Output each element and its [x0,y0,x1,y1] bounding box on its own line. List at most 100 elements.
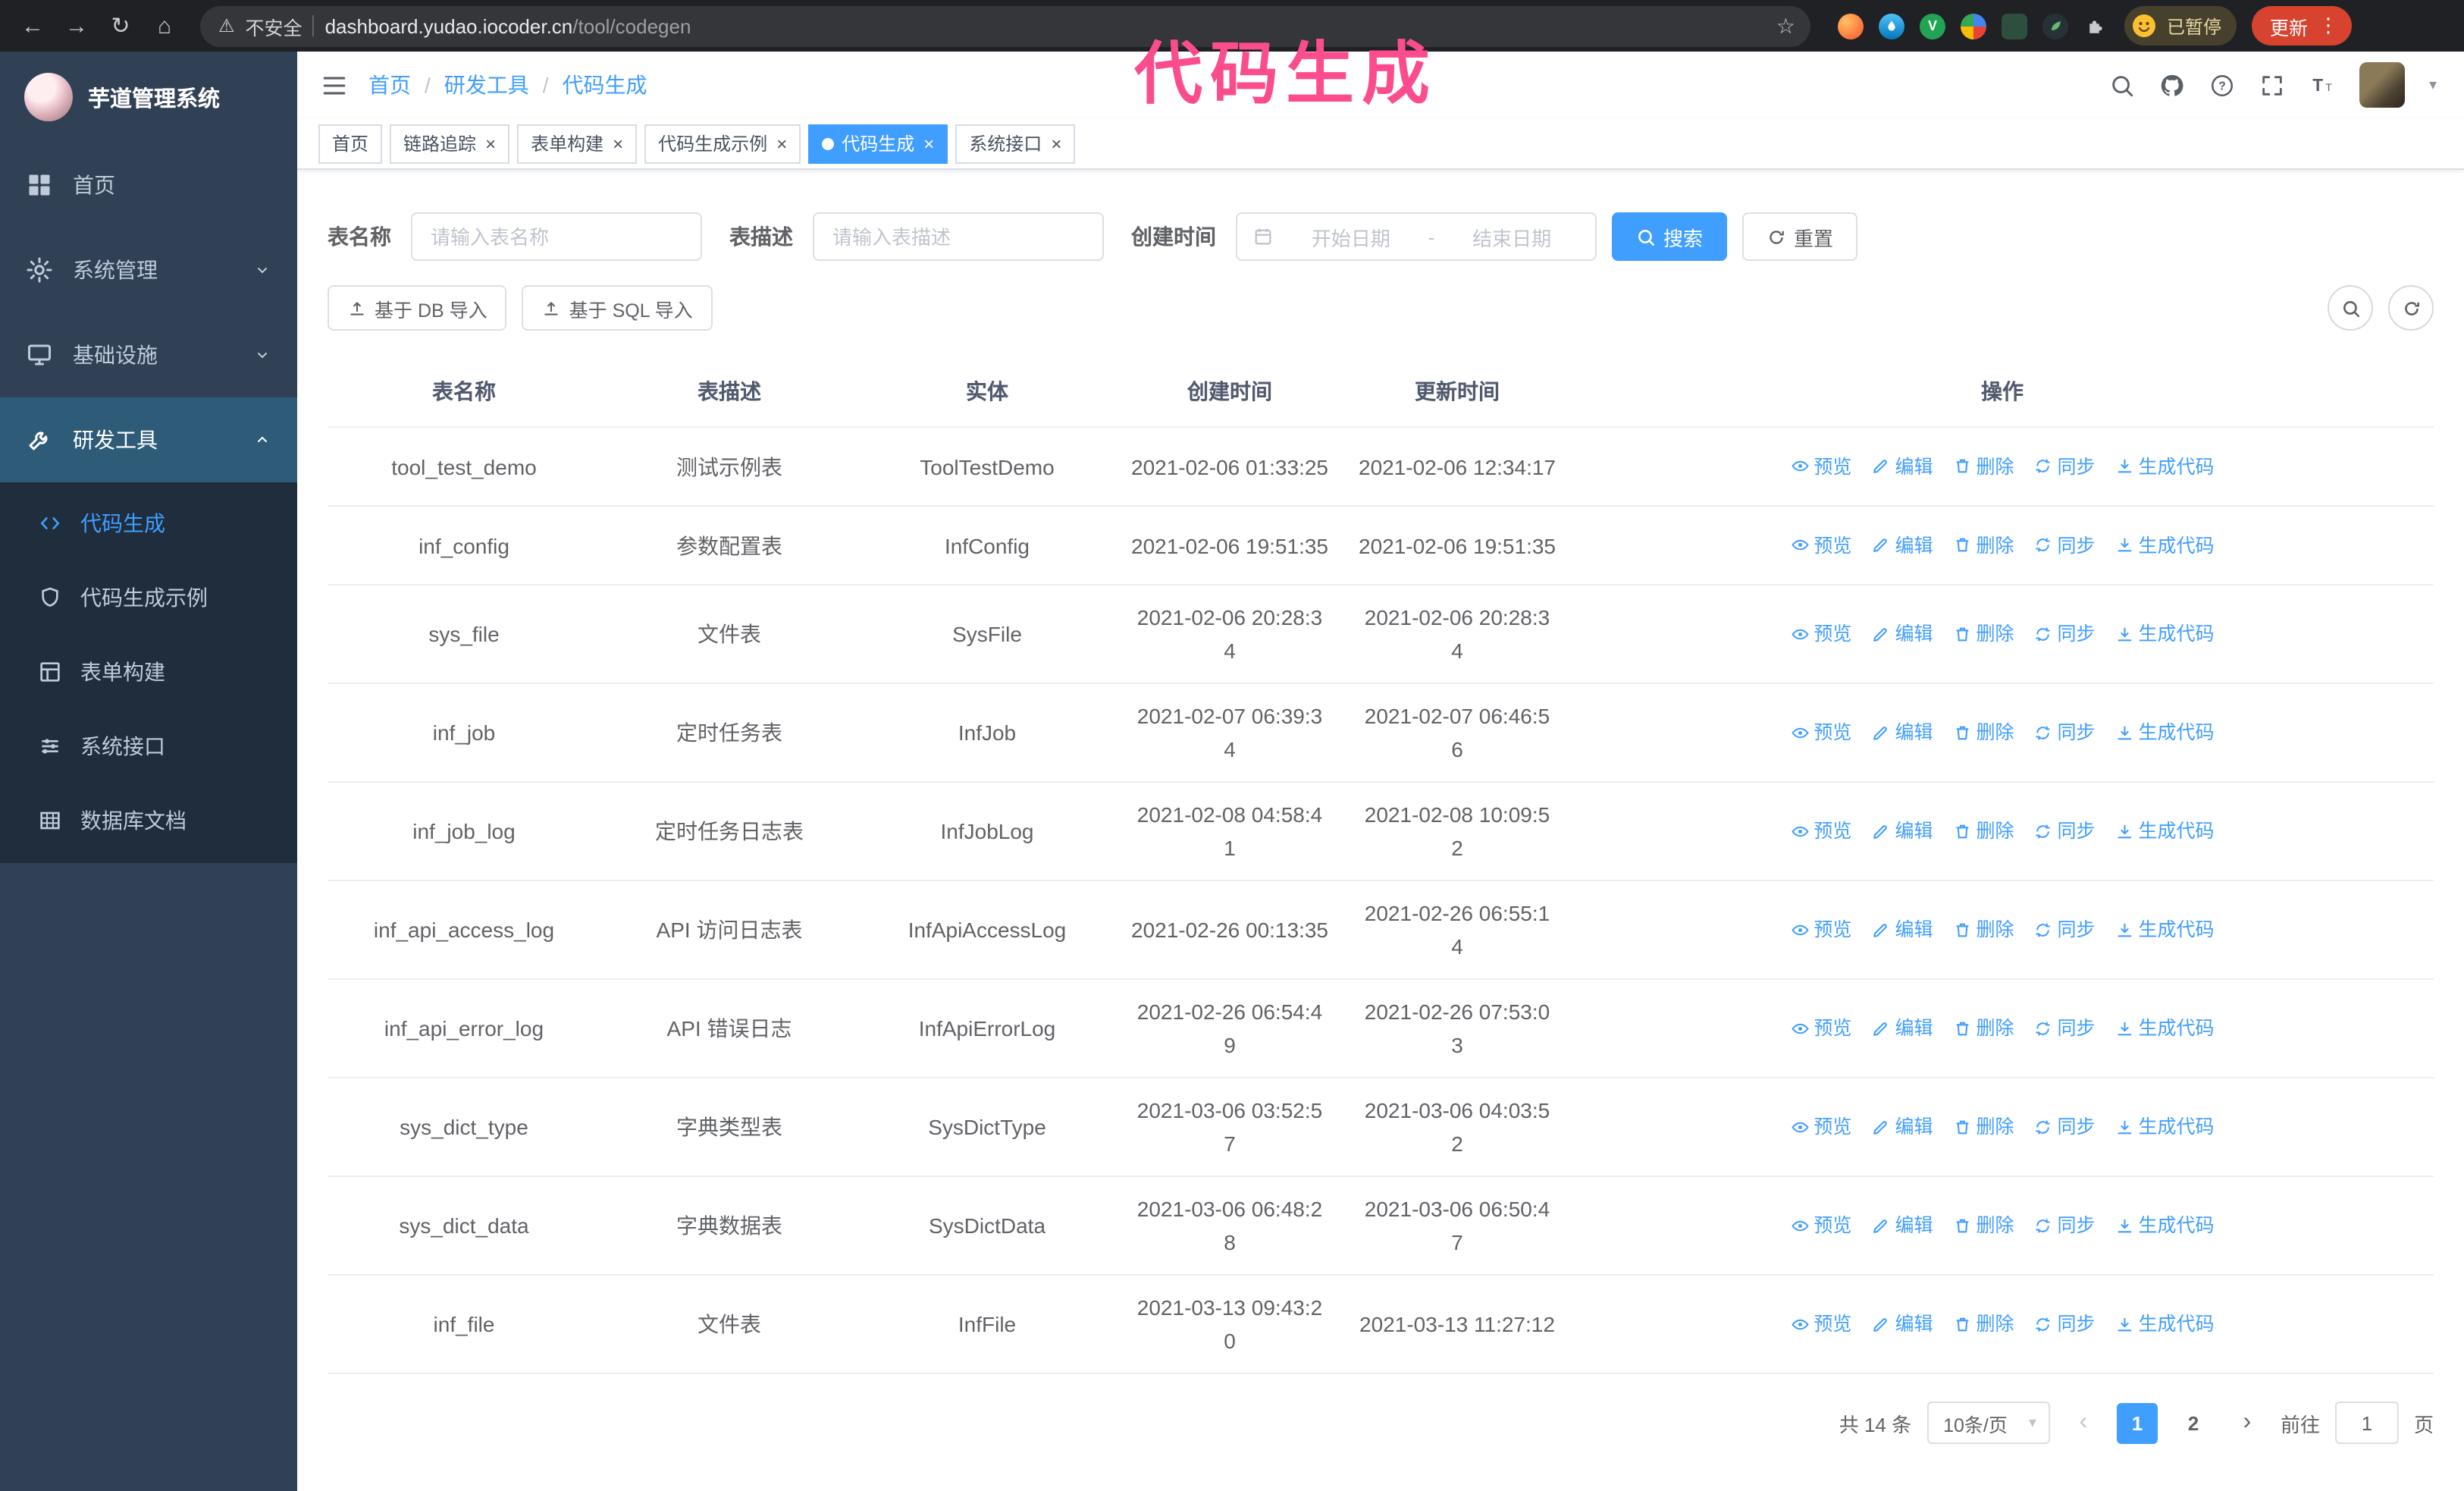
import-db-button[interactable]: 基于 DB 导入 [328,285,507,331]
generate-code-link[interactable]: 生成代码 [2115,450,2215,483]
generate-code-link[interactable]: 生成代码 [2115,913,2215,946]
ext-icon-drop[interactable] [1879,13,1904,39]
sidebar-item-system[interactable]: 系统管理 [0,228,297,312]
edit-link[interactable]: 编辑 [1871,529,1933,562]
tab-home[interactable]: 首页 [318,124,383,163]
sidebar-item-infra[interactable]: 基础设施 [0,312,297,397]
ext-icon-grid[interactable] [1961,13,1986,39]
edit-link[interactable]: 编辑 [1871,1307,1933,1341]
ext-icon-leaf[interactable] [2042,13,2068,39]
home-button[interactable]: ⌂ [144,5,185,46]
ext-icon-fox[interactable] [1838,13,1864,39]
sync-link[interactable]: 同步 [2034,617,2096,651]
update-button[interactable]: 更新 ⋮ [2252,6,2353,46]
delete-link[interactable]: 删除 [1952,1012,2014,1045]
generate-code-link[interactable]: 生成代码 [2115,1209,2215,1242]
page-size-select[interactable]: 10条/页 ▾ [1926,1402,2050,1444]
submenu-item-codegen[interactable]: 代码生成 [0,485,297,560]
tab-system-api[interactable]: 系统接口 × [955,124,1076,163]
bookmark-star-icon[interactable]: ☆ [1770,13,1801,39]
delete-link[interactable]: 删除 [1952,617,2014,651]
preview-link[interactable]: 预览 [1790,450,1851,483]
close-icon[interactable]: × [776,134,787,152]
generate-code-link[interactable]: 生成代码 [2115,1307,2215,1341]
preview-link[interactable]: 预览 [1790,1110,1851,1144]
ext-icon-dark[interactable] [2002,13,2027,39]
preview-link[interactable]: 预览 [1790,617,1851,651]
tab-tracing[interactable]: 链路追踪 × [390,124,510,163]
sync-link[interactable]: 同步 [2034,1012,2096,1045]
submenu-item-form-builder[interactable]: 表单构建 [0,634,297,708]
close-icon[interactable]: × [485,134,496,152]
edit-link[interactable]: 编辑 [1871,450,1933,483]
avatar-caret-icon[interactable]: ▾ [2429,77,2437,93]
start-date-placeholder[interactable]: 开始日期 [1283,222,1419,251]
sync-link[interactable]: 同步 [2034,815,2096,848]
preview-link[interactable]: 预览 [1790,1209,1851,1242]
edit-link[interactable]: 编辑 [1871,1110,1933,1144]
submenu-item-db-docs[interactable]: 数据库文档 [0,783,297,857]
delete-link[interactable]: 删除 [1952,1307,2014,1341]
delete-link[interactable]: 删除 [1952,1209,2014,1242]
edit-link[interactable]: 编辑 [1871,617,1933,651]
refresh-table-button[interactable] [2388,285,2434,331]
reload-button[interactable]: ↻ [100,5,141,46]
tab-form-builder[interactable]: 表单构建 × [517,124,638,163]
sync-link[interactable]: 同步 [2034,1307,2096,1341]
sync-link[interactable]: 同步 [2034,529,2096,562]
profile-chip[interactable]: 已暂停 [2124,6,2237,46]
generate-code-link[interactable]: 生成代码 [2115,815,2215,848]
generate-code-link[interactable]: 生成代码 [2115,1110,2215,1144]
search-button[interactable]: 搜索 [1612,212,1728,261]
edit-link[interactable]: 编辑 [1871,815,1933,848]
prev-page-button[interactable]: ‹ [2065,1409,2102,1436]
delete-link[interactable]: 删除 [1952,1110,2014,1144]
table-desc-input[interactable] [813,212,1104,261]
page-button-2[interactable]: 2 [2173,1402,2214,1443]
sidebar-toggle[interactable] [321,72,347,98]
table-name-input[interactable] [411,212,702,261]
close-icon[interactable]: × [1051,134,1061,152]
toggle-search-button[interactable] [2328,285,2373,331]
generate-code-link[interactable]: 生成代码 [2115,617,2215,651]
back-button[interactable]: ← [12,5,53,46]
header-search-button[interactable] [2109,72,2135,98]
address-bar[interactable]: ⚠ 不安全 dashboard.yudao.iocoder.cn/tool/co… [200,5,1810,46]
delete-link[interactable]: 删除 [1952,815,2014,848]
fullscreen-button[interactable] [2259,72,2285,98]
github-link[interactable] [2159,72,2185,98]
tab-codegen[interactable]: 代码生成 × [808,124,948,163]
sync-link[interactable]: 同步 [2034,1209,2096,1242]
preview-link[interactable]: 预览 [1790,815,1851,848]
end-date-placeholder[interactable]: 结束日期 [1444,222,1580,251]
preview-link[interactable]: 预览 [1790,1012,1851,1045]
tab-codegen-example[interactable]: 代码生成示例 × [644,124,801,163]
edit-link[interactable]: 编辑 [1871,1012,1933,1045]
preview-link[interactable]: 预览 [1790,529,1851,562]
delete-link[interactable]: 删除 [1952,450,2014,483]
browser-menu-icon[interactable]: ⋮ [2318,14,2338,38]
submenu-item-system-api[interactable]: 系统接口 [0,708,297,783]
help-button[interactable]: ? [2209,72,2235,98]
preview-link[interactable]: 预览 [1790,716,1851,749]
edit-link[interactable]: 编辑 [1871,716,1933,749]
forward-button[interactable]: → [56,5,97,46]
reset-button[interactable]: 重置 [1742,212,1858,261]
sync-link[interactable]: 同步 [2034,450,2096,483]
font-size-button[interactable]: TT [2309,72,2335,98]
page-button-1[interactable]: 1 [2116,1402,2158,1443]
edit-link[interactable]: 编辑 [1871,1209,1933,1242]
sync-link[interactable]: 同步 [2034,716,2096,749]
delete-link[interactable]: 删除 [1952,529,2014,562]
generate-code-link[interactable]: 生成代码 [2115,716,2215,749]
extensions-puzzle-icon[interactable] [2083,13,2109,39]
import-sql-button[interactable]: 基于 SQL 导入 [522,285,713,331]
app-logo[interactable]: 芋道管理系统 [0,52,297,143]
close-icon[interactable]: × [613,134,623,152]
date-range-picker[interactable]: 开始日期 - 结束日期 [1236,212,1597,261]
delete-link[interactable]: 删除 [1952,716,2014,749]
generate-code-link[interactable]: 生成代码 [2115,529,2215,562]
sidebar-item-devtools[interactable]: 研发工具 [0,397,297,482]
sync-link[interactable]: 同步 [2034,1110,2096,1144]
user-avatar[interactable] [2359,62,2405,108]
